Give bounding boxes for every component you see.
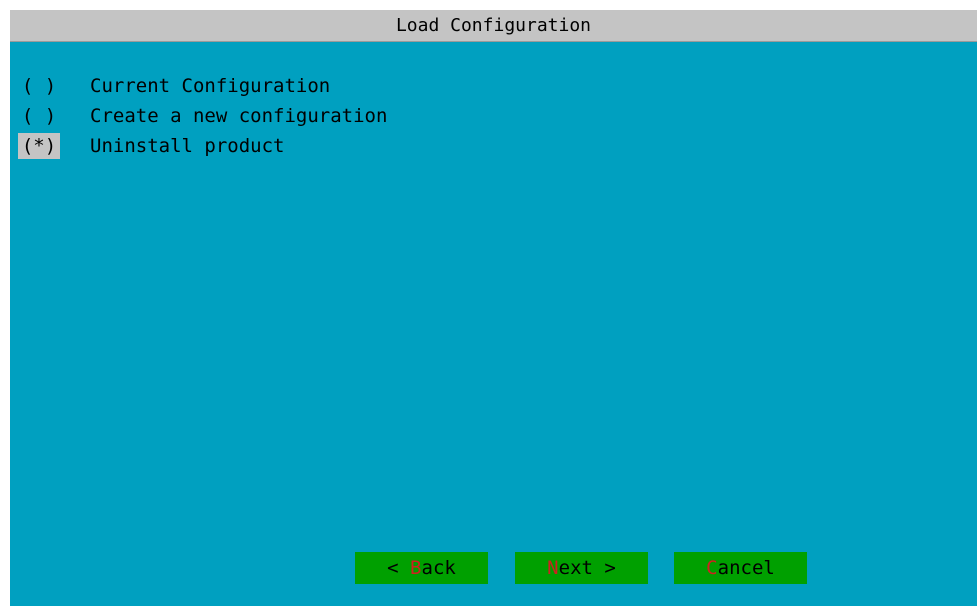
- radio-button-current-configuration[interactable]: ( ): [18, 73, 60, 99]
- next-button-hotkey: N: [547, 557, 559, 579]
- back-button-text: ack: [421, 557, 456, 579]
- radio-button-uninstall-product[interactable]: (*): [18, 133, 60, 159]
- option-label: Uninstall product: [90, 135, 285, 157]
- option-label: Current Configuration: [90, 75, 331, 97]
- cancel-button[interactable]: Cancel: [674, 552, 807, 584]
- next-button[interactable]: Next >: [515, 552, 648, 584]
- load-configuration-dialog: Load Configuration ( ) Current Configura…: [10, 10, 977, 606]
- dialog-title: Load Configuration: [10, 10, 977, 42]
- cancel-button-hotkey: C: [706, 557, 718, 579]
- option-create-new-configuration[interactable]: ( ) Create a new configuration: [10, 101, 977, 131]
- next-button-text: ext >: [558, 557, 616, 579]
- back-button-prefix: <: [387, 557, 411, 579]
- option-uninstall-product[interactable]: (*) Uninstall product: [10, 131, 977, 161]
- radio-button-create-new-configuration[interactable]: ( ): [18, 103, 60, 129]
- configuration-options: ( ) Current Configuration ( ) Create a n…: [10, 71, 977, 161]
- option-current-configuration[interactable]: ( ) Current Configuration: [10, 71, 977, 101]
- cancel-button-text: ancel: [717, 557, 775, 579]
- back-button[interactable]: < Back: [355, 552, 488, 584]
- back-button-hotkey: B: [410, 557, 422, 579]
- option-label: Create a new configuration: [90, 105, 388, 127]
